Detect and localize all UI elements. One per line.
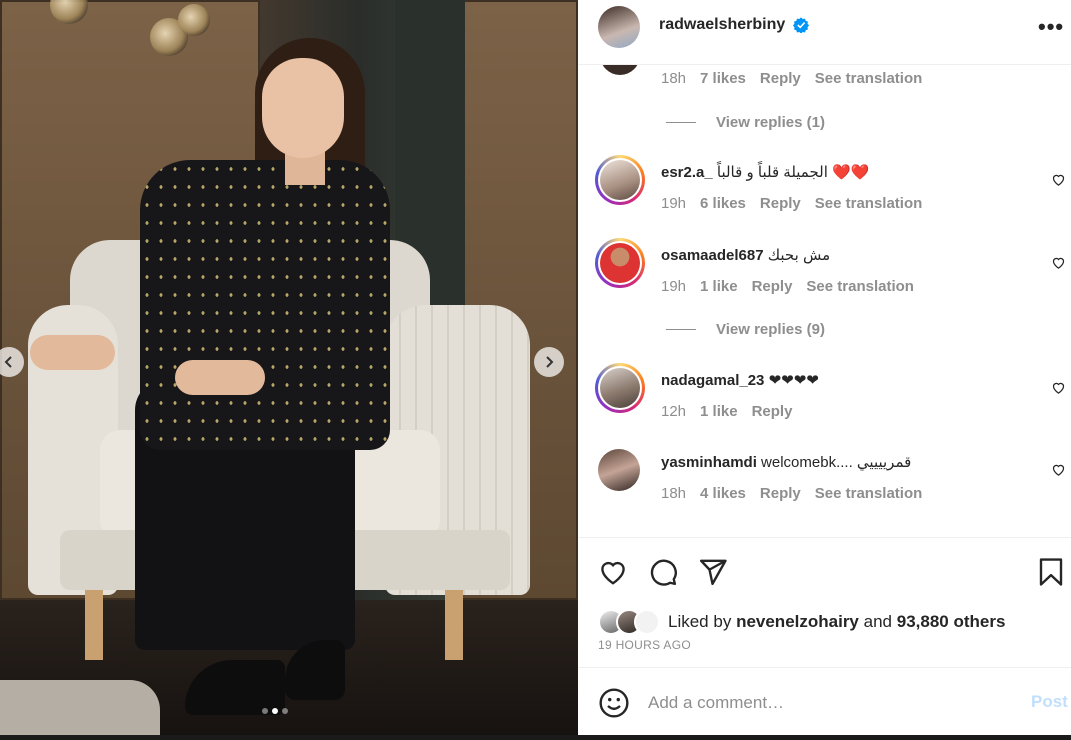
person-hand xyxy=(30,335,115,370)
comment-text: ❤❤❤❤ xyxy=(768,372,819,389)
person-face xyxy=(262,58,344,158)
comment-like-heart-icon[interactable] xyxy=(1051,172,1066,187)
comment-text: مش بحبك xyxy=(767,247,831,264)
carousel-next-button[interactable] xyxy=(534,347,564,377)
comment-body: yasminhamdi welcomebk.... قمرييييي xyxy=(661,453,911,471)
comment-time: 18h xyxy=(661,70,687,87)
comment-avatar[interactable] xyxy=(595,238,645,288)
comment-like-heart-icon[interactable] xyxy=(1051,380,1066,395)
liked-by-others[interactable]: 93,880 others xyxy=(897,612,1006,631)
comment-username[interactable]: yasminhamdi xyxy=(661,454,757,471)
view-replies-button[interactable]: View replies (1) xyxy=(666,114,825,131)
comment-time: 18h xyxy=(661,485,687,502)
carousel-dot-active xyxy=(272,708,278,714)
comment-reply-button[interactable]: Reply xyxy=(752,403,793,420)
liker-avatar[interactable] xyxy=(634,609,660,635)
emoji-icon[interactable] xyxy=(598,687,630,719)
add-comment-bar: Post xyxy=(578,667,1071,735)
more-options-icon[interactable]: ••• xyxy=(1038,14,1064,40)
pendant-lamp xyxy=(178,4,210,36)
comment-reply-button[interactable]: Reply xyxy=(752,278,793,295)
armchair-leg xyxy=(85,590,103,660)
comment-reply-button[interactable]: Reply xyxy=(760,70,801,87)
person-jacket xyxy=(140,160,390,450)
person-hand xyxy=(175,360,265,395)
comment-time: 12h xyxy=(661,403,687,420)
chevron-right-icon xyxy=(546,356,554,368)
author-avatar[interactable] xyxy=(598,6,640,48)
divider-line xyxy=(666,329,696,330)
bookmark-icon[interactable] xyxy=(1036,557,1066,587)
liked-by-and: and xyxy=(863,612,892,631)
post-comment-button[interactable]: Post xyxy=(1031,692,1068,712)
comment-body: esr2.a_ الجميلة قلباً و قالباً ❤️❤️ xyxy=(661,163,869,181)
comment-time: 19h xyxy=(661,195,687,212)
comment-likes[interactable]: 6 likes xyxy=(700,195,746,212)
comment-icon[interactable] xyxy=(648,557,678,587)
see-translation-button[interactable]: See translation xyxy=(815,485,923,502)
carousel-dots xyxy=(262,708,288,714)
comment-text: الجميلة قلباً و قالباً ❤️❤️ xyxy=(716,164,870,181)
chevron-left-icon xyxy=(4,356,12,368)
divider-line xyxy=(666,122,696,123)
comment-likes[interactable]: 4 likes xyxy=(700,485,746,502)
view-replies-label: View replies (9) xyxy=(716,321,825,338)
comment-meta: 18h 4 likes Reply See translation xyxy=(661,485,936,502)
page-bottom-strip xyxy=(0,735,1071,740)
view-replies-button[interactable]: View replies (9) xyxy=(666,321,825,338)
view-replies-label: View replies (1) xyxy=(716,114,825,131)
verified-badge-icon xyxy=(793,17,809,33)
comment-time: 19h xyxy=(661,278,687,295)
liked-by-prefix: Liked by xyxy=(668,612,732,631)
comment-meta: 12h 1 like Reply xyxy=(661,403,806,420)
armchair-leg xyxy=(445,590,463,660)
comment-like-heart-icon[interactable] xyxy=(1051,255,1066,270)
comments-list[interactable]: 18h 7 likes Reply See translation View r… xyxy=(578,65,1071,537)
comment-likes[interactable]: 1 like xyxy=(700,403,738,420)
liked-by-avatars xyxy=(598,609,668,635)
comment-meta: 18h 7 likes Reply See translation xyxy=(661,70,936,87)
comment-avatar[interactable] xyxy=(595,363,645,413)
comment-input[interactable] xyxy=(648,690,1018,716)
comment-avatar[interactable] xyxy=(595,155,645,205)
see-translation-button[interactable]: See translation xyxy=(806,278,914,295)
comment-body: nadagamal_23 ❤❤❤❤ xyxy=(661,371,819,389)
author-username[interactable]: radwaelsherbiny xyxy=(659,16,785,34)
comment-reply-button[interactable]: Reply xyxy=(760,485,801,502)
liked-by-user[interactable]: nevenelzohairy xyxy=(736,612,859,631)
heart-icon[interactable] xyxy=(598,557,628,587)
comment-username[interactable]: nadagamal_23 xyxy=(661,372,764,389)
carousel-dot xyxy=(282,708,288,714)
comment-avatar[interactable] xyxy=(600,65,640,75)
post-time-ago[interactable]: 19 HOURS AGO xyxy=(598,638,691,652)
comment-meta: 19h 6 likes Reply See translation xyxy=(661,195,936,212)
comment-body: osamaadel687 مش بحبك xyxy=(661,246,830,264)
comment-username[interactable]: osamaadel687 xyxy=(661,247,764,264)
post-actions: Liked by nevenelzohairy and 93,880 other… xyxy=(578,537,1071,667)
comment-likes[interactable]: 1 like xyxy=(700,278,738,295)
post-media[interactable] xyxy=(0,0,578,735)
share-icon[interactable] xyxy=(698,557,728,587)
comment-likes[interactable]: 7 likes xyxy=(700,70,746,87)
comment-like-heart-icon[interactable] xyxy=(1051,462,1066,477)
comment-avatar[interactable] xyxy=(598,449,640,491)
comment-username[interactable]: esr2.a_ xyxy=(661,164,713,181)
rug xyxy=(0,680,160,735)
see-translation-button[interactable]: See translation xyxy=(815,195,923,212)
post-side-panel: radwaelsherbiny ••• 18h 7 likes Reply Se… xyxy=(578,0,1071,735)
see-translation-button[interactable]: See translation xyxy=(815,70,923,87)
comment-reply-button[interactable]: Reply xyxy=(760,195,801,212)
comment-meta: 19h 1 like Reply See translation xyxy=(661,278,928,295)
carousel-dot xyxy=(262,708,268,714)
comment-text: welcomebk.... قمرييييي xyxy=(761,454,912,471)
liked-by-text: Liked by nevenelzohairy and 93,880 other… xyxy=(668,612,1005,632)
liked-by-row: Liked by nevenelzohairy and 93,880 other… xyxy=(598,609,1005,635)
post-header: radwaelsherbiny ••• xyxy=(578,0,1071,65)
